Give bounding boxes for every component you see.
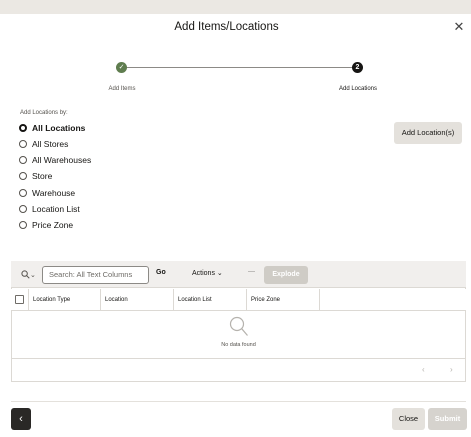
submit-button: Submit bbox=[428, 408, 467, 430]
radio-all-stores[interactable]: All Stores bbox=[19, 137, 68, 151]
step-label-add-locations: Add Locations bbox=[338, 86, 378, 92]
step-2-current-indicator: 2 bbox=[352, 62, 363, 73]
back-button[interactable]: ‹ bbox=[11, 408, 31, 430]
radio-button[interactable] bbox=[19, 140, 27, 148]
radio-label: Price Zone bbox=[32, 220, 74, 230]
chevron-left-icon: ‹ bbox=[422, 365, 425, 374]
chevron-down-icon: ⌄ bbox=[216, 270, 223, 277]
search-icon bbox=[21, 270, 30, 279]
close-icon[interactable]: ✕ bbox=[452, 19, 466, 35]
radio-price-zone[interactable]: Price Zone bbox=[19, 218, 73, 232]
radio-button[interactable] bbox=[19, 205, 27, 213]
pagination-divider bbox=[11, 358, 466, 359]
radio-button-checked[interactable] bbox=[19, 124, 27, 132]
radio-button[interactable] bbox=[19, 172, 27, 180]
radio-label: Store bbox=[32, 171, 53, 181]
chevron-down-icon: ⌄ bbox=[30, 272, 36, 279]
column-divider bbox=[319, 289, 320, 311]
select-all-checkbox[interactable] bbox=[15, 295, 24, 304]
add-locations-button[interactable]: Add Location(s) bbox=[394, 122, 462, 144]
radio-label: All Warehouses bbox=[32, 155, 92, 165]
radio-group-caption: Add Locations by: bbox=[20, 110, 68, 116]
radio-button[interactable] bbox=[19, 221, 27, 229]
radio-label: All Stores bbox=[32, 139, 69, 149]
column-header-price-zone[interactable]: Price Zone bbox=[246, 289, 319, 311]
column-header-location-type[interactable]: Location Type bbox=[28, 289, 100, 311]
window-top-strip bbox=[0, 0, 471, 14]
radio-all-locations[interactable]: All Locations bbox=[19, 121, 85, 135]
radio-store[interactable]: Store bbox=[19, 169, 52, 183]
toolbar-separator: — bbox=[248, 268, 255, 275]
search-column-selector[interactable]: ⌄ bbox=[21, 269, 36, 279]
go-button[interactable]: Go bbox=[156, 269, 166, 276]
chevron-left-icon: ‹ bbox=[19, 413, 23, 425]
step-label-add-items[interactable]: Add Items bbox=[92, 86, 152, 92]
no-data-search-icon bbox=[229, 316, 248, 336]
column-header-location-list[interactable]: Location List bbox=[173, 289, 246, 311]
dialog-title: Add Items/Locations bbox=[174, 21, 279, 33]
search-input[interactable]: Search: All Text Columns bbox=[42, 266, 149, 284]
radio-label: Location List bbox=[32, 204, 80, 214]
empty-state-message: No data found bbox=[221, 342, 256, 348]
radio-warehouse[interactable]: Warehouse bbox=[19, 186, 75, 200]
actions-menu-button[interactable]: Actions ⌄ bbox=[192, 269, 223, 277]
radio-label: All Locations bbox=[32, 123, 86, 133]
radio-button[interactable] bbox=[19, 189, 27, 197]
explode-button: Explode bbox=[264, 266, 308, 284]
radio-all-warehouses[interactable]: All Warehouses bbox=[19, 153, 91, 167]
radio-location-list[interactable]: Location List bbox=[19, 202, 80, 216]
radio-button[interactable] bbox=[19, 156, 27, 164]
footer-divider bbox=[11, 401, 466, 402]
column-header-location[interactable]: Location bbox=[100, 289, 173, 311]
actions-label: Actions bbox=[192, 270, 215, 277]
step-1-complete-icon[interactable]: ✓ bbox=[116, 62, 127, 73]
radio-label: Warehouse bbox=[32, 188, 76, 198]
close-button[interactable]: Close bbox=[392, 408, 425, 430]
chevron-right-icon: › bbox=[450, 365, 453, 374]
stepper-line bbox=[122, 67, 358, 68]
